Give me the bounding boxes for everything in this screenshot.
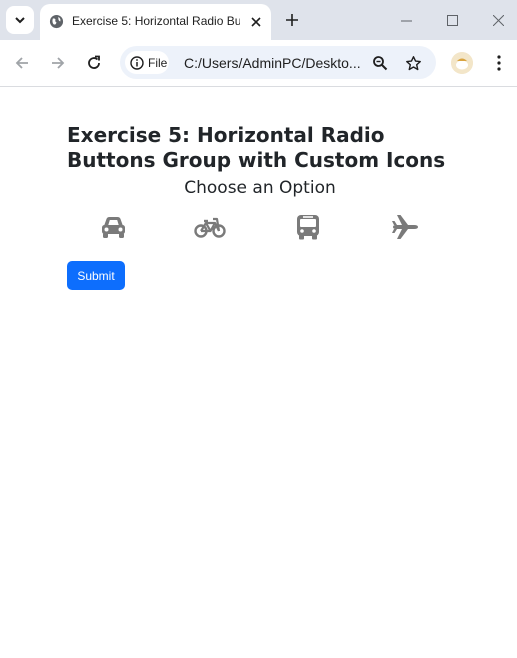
profile-avatar[interactable] xyxy=(451,52,473,74)
zoom-icon xyxy=(373,56,388,71)
address-bar[interactable]: File C:/Users/AdminPC/Deskto... xyxy=(120,46,436,79)
bus-icon xyxy=(297,215,319,240)
reload-icon xyxy=(88,55,100,69)
options-heading: Choose an Option xyxy=(184,178,336,198)
maximize-icon xyxy=(446,14,458,26)
zoom-button[interactable] xyxy=(369,52,391,74)
car-icon xyxy=(101,217,125,238)
radio-option-bus[interactable] xyxy=(286,210,330,244)
browser-menu-button[interactable] xyxy=(489,52,509,74)
bookmark-button[interactable] xyxy=(402,52,424,74)
page-title: Exercise 5: Horizontal Radio Buttons Gro… xyxy=(67,123,446,172)
radio-option-car[interactable] xyxy=(91,210,135,244)
plus-icon xyxy=(286,14,298,26)
minimize-icon xyxy=(400,20,412,21)
back-button[interactable] xyxy=(10,51,34,75)
forward-button[interactable] xyxy=(46,51,70,75)
arrow-right-icon xyxy=(52,57,65,69)
radio-group xyxy=(67,210,453,244)
info-icon xyxy=(130,55,144,70)
tab-title: Exercise 5: Horizontal Radio Butt xyxy=(72,14,240,28)
chevron-down-icon xyxy=(15,17,25,24)
site-chip-label: File xyxy=(148,55,168,70)
star-icon xyxy=(405,55,421,70)
close-icon xyxy=(251,17,261,27)
more-vertical-icon xyxy=(497,55,501,71)
maximize-button[interactable] xyxy=(441,9,463,31)
tab-strip: Exercise 5: Horizontal Radio Butt xyxy=(0,0,517,40)
window-close-button[interactable] xyxy=(487,9,509,31)
browser-tab[interactable]: Exercise 5: Horizontal Radio Butt xyxy=(40,4,271,40)
radio-option-plane[interactable] xyxy=(383,210,427,244)
plane-icon xyxy=(392,215,418,239)
bicycle-icon xyxy=(194,217,226,238)
tab-search-button[interactable] xyxy=(6,6,34,34)
browser-toolbar: File C:/Users/AdminPC/Deskto... xyxy=(0,40,517,87)
url-text[interactable]: C:/Users/AdminPC/Deskto... xyxy=(184,55,364,71)
globe-icon xyxy=(49,14,64,29)
new-tab-button[interactable] xyxy=(281,9,303,31)
submit-button[interactable]: Submit xyxy=(67,261,125,290)
site-info-chip[interactable]: File xyxy=(125,51,169,74)
close-icon xyxy=(492,14,504,26)
avatar-icon xyxy=(451,52,473,74)
radio-option-bicycle[interactable] xyxy=(188,210,232,244)
arrow-left-icon xyxy=(15,57,28,69)
minimize-button[interactable] xyxy=(395,9,417,31)
tab-close-button[interactable] xyxy=(246,12,266,32)
reload-button[interactable] xyxy=(82,51,106,75)
